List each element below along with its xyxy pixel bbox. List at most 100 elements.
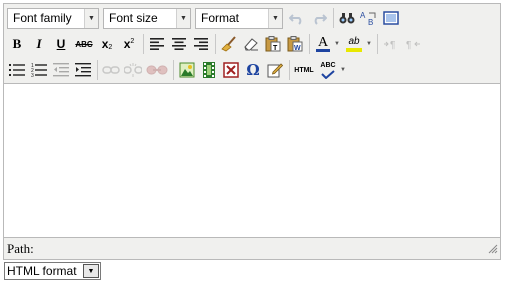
- svg-text:W: W: [294, 45, 301, 52]
- format-type-select[interactable]: HTML format ▼: [4, 262, 101, 280]
- spellcheck-icon: ABC: [317, 60, 339, 80]
- format-select[interactable]: Format ▼: [195, 7, 283, 29]
- separator: [215, 34, 216, 54]
- subscript-label: x: [101, 37, 109, 51]
- path-label: Path:: [7, 241, 34, 256]
- find-button[interactable]: [337, 8, 357, 28]
- subscript-button[interactable]: x2: [97, 34, 117, 54]
- link-icon: [102, 66, 120, 74]
- outdent-button[interactable]: [51, 60, 71, 80]
- indent-button[interactable]: [73, 60, 93, 80]
- ltr-button[interactable]: ¶: [381, 34, 401, 54]
- redo-button[interactable]: [309, 8, 329, 28]
- svg-text:B: B: [368, 18, 373, 26]
- separator: [377, 34, 378, 54]
- redo-icon: [314, 14, 327, 25]
- separator: [143, 34, 144, 54]
- bullet-list-icon: [9, 64, 25, 76]
- chevron-down-icon[interactable]: ▼: [339, 60, 347, 80]
- strikethrough-button[interactable]: ABC: [73, 34, 95, 54]
- underline-button[interactable]: U: [51, 34, 71, 54]
- edit-button[interactable]: [265, 60, 285, 80]
- clean-formatting-button[interactable]: [219, 34, 239, 54]
- font-color-button[interactable]: A ▼: [313, 34, 341, 54]
- omega-icon: Ω: [246, 61, 260, 79]
- chevron-down-icon: ▼: [268, 8, 282, 28]
- cleanup-button[interactable]: [221, 60, 241, 80]
- font-size-select[interactable]: Font size ▼: [103, 7, 191, 29]
- insert-image-button[interactable]: [177, 60, 197, 80]
- svg-text:¶: ¶: [390, 40, 395, 50]
- chevron-down-icon: ▼: [83, 264, 99, 278]
- indent-icon: [75, 63, 91, 77]
- ltr-icon: ¶: [384, 40, 395, 50]
- align-right-button[interactable]: [191, 34, 211, 54]
- cleanup-icon: [223, 62, 239, 78]
- paste-text-icon: T: [265, 36, 281, 52]
- format-label: Format: [201, 10, 240, 25]
- chevron-down-icon: ▼: [84, 8, 98, 28]
- paste-word-icon: W: [287, 36, 303, 52]
- chevron-down-icon[interactable]: ▼: [365, 34, 373, 54]
- insert-media-button[interactable]: [199, 60, 219, 80]
- image-icon: [179, 62, 195, 78]
- numbered-list-button[interactable]: 123: [29, 60, 49, 80]
- undo-button[interactable]: [287, 8, 307, 28]
- superscript-button[interactable]: x2: [119, 34, 139, 54]
- bold-button[interactable]: B: [7, 34, 27, 54]
- remove-format-button[interactable]: [241, 34, 261, 54]
- align-center-button[interactable]: [169, 34, 189, 54]
- separator: [173, 60, 174, 80]
- font-size-label: Font size: [109, 10, 158, 25]
- link-button[interactable]: [101, 60, 121, 80]
- fullscreen-button[interactable]: [381, 8, 401, 28]
- highlight-letters: ab: [348, 36, 360, 47]
- spellcheck-button[interactable]: ABC ▼: [317, 60, 347, 80]
- unlink-button[interactable]: [123, 60, 143, 80]
- anchor-button[interactable]: [145, 60, 169, 80]
- html-source-button[interactable]: HTML: [293, 60, 315, 80]
- svg-text:¶: ¶: [406, 40, 411, 50]
- font-color-swatch: [316, 49, 330, 52]
- rtl-button[interactable]: ¶: [403, 34, 423, 54]
- replace-button[interactable]: AB: [359, 8, 379, 28]
- editor-content-area[interactable]: [4, 83, 500, 238]
- separator: [97, 60, 98, 80]
- toolbar-row-3: 123 Ω HTML ABC ▼: [7, 58, 349, 82]
- separator: [333, 8, 334, 28]
- svg-text:T: T: [273, 45, 278, 52]
- rtl-icon: ¶: [406, 40, 420, 50]
- italic-button[interactable]: I: [29, 34, 49, 54]
- resize-grip-icon[interactable]: [488, 243, 498, 257]
- editor-toolbar: Font family ▼ Font size ▼ Format ▼ A B B…: [4, 4, 500, 83]
- highlight-swatch: [346, 48, 362, 52]
- align-left-button[interactable]: [147, 34, 167, 54]
- format-type-value: HTML format: [7, 264, 77, 278]
- paste-word-button[interactable]: W: [285, 34, 305, 54]
- bullet-list-button[interactable]: [7, 60, 27, 80]
- font-color-letter: A: [317, 35, 329, 50]
- subscript-mark: 2: [108, 44, 113, 51]
- unlink-icon: [124, 63, 142, 77]
- find-replace-icon: AB: [360, 11, 376, 26]
- pencil-note-icon: [267, 63, 283, 78]
- broom-icon: [221, 36, 236, 52]
- outdent-icon: [53, 63, 69, 77]
- align-left-icon: [150, 38, 164, 50]
- eraser-icon: [244, 38, 258, 51]
- undo-icon: [289, 14, 302, 25]
- highlight-icon: ab: [343, 34, 365, 54]
- film-strip-icon: [203, 62, 215, 78]
- svg-text:A: A: [360, 11, 366, 20]
- paste-text-button[interactable]: T: [263, 34, 283, 54]
- highlight-color-button[interactable]: ab ▼: [343, 34, 373, 54]
- special-char-button[interactable]: Ω: [243, 60, 263, 80]
- chevron-down-icon[interactable]: ▼: [333, 34, 341, 54]
- numbered-list-icon: 123: [31, 63, 47, 77]
- fullscreen-icon: [383, 11, 399, 25]
- editor-statusbar: Path:: [4, 238, 500, 259]
- font-color-icon: A: [313, 34, 333, 54]
- superscript-mark: 2: [130, 37, 135, 45]
- svg-text:3: 3: [31, 73, 34, 77]
- font-family-select[interactable]: Font family ▼: [7, 7, 99, 29]
